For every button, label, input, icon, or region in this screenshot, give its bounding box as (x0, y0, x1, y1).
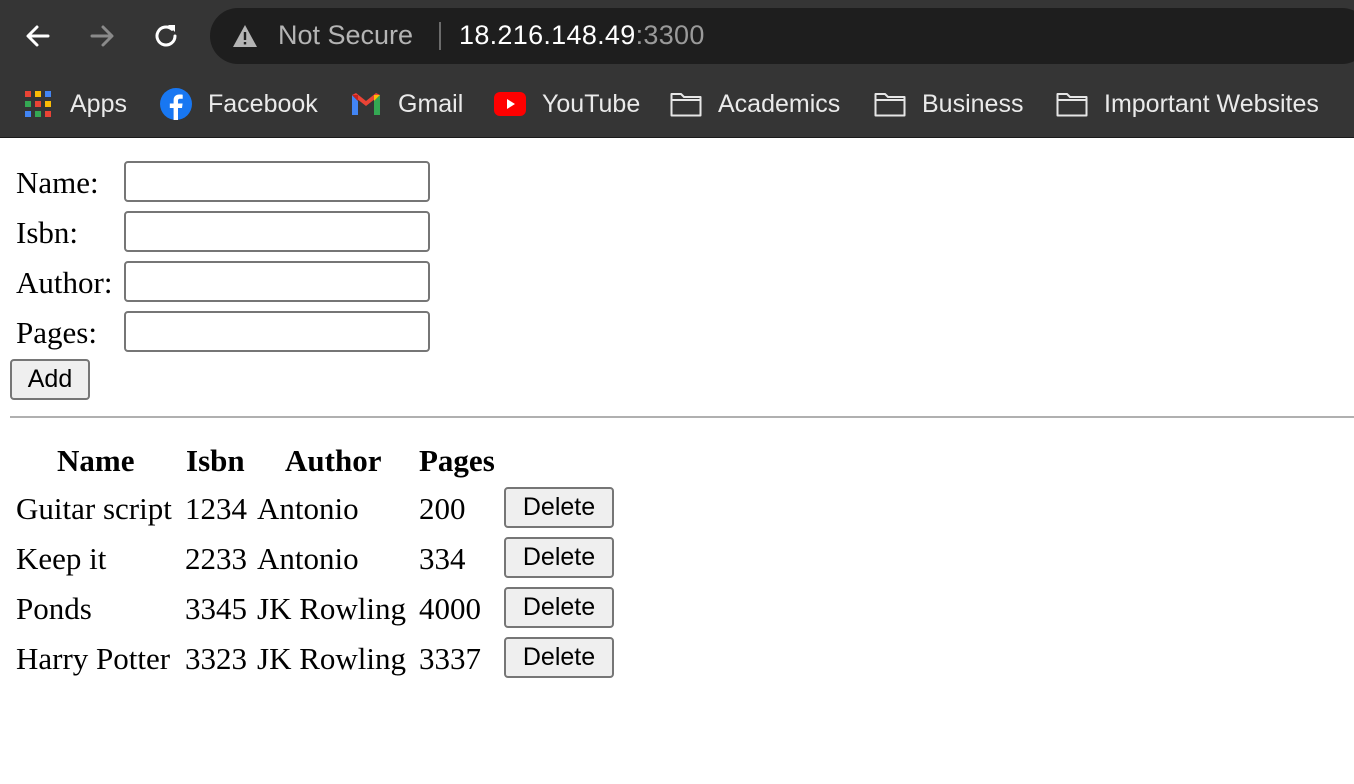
browser-toolbar: Not Secure 18.216.148.49:3300 (0, 0, 1354, 72)
url-text[interactable]: 18.216.148.49:3300 (459, 20, 705, 51)
bookmark-label: Apps (70, 89, 127, 118)
bookmark-important-websites[interactable]: Important Websites (1056, 84, 1319, 124)
folder-icon (670, 88, 702, 120)
cell-isbn: 1234 (185, 491, 247, 526)
column-header-pages: Pages (419, 443, 495, 478)
cell-isbn: 2233 (185, 541, 247, 576)
bookmark-business[interactable]: Business (874, 84, 1023, 124)
delete-button[interactable]: Delete (504, 637, 614, 678)
arrow-left-icon (26, 25, 50, 47)
add-button[interactable]: Add (10, 359, 90, 400)
delete-button[interactable]: Delete (504, 587, 614, 628)
cell-pages: 200 (419, 491, 466, 526)
reload-icon (155, 25, 177, 47)
bookmark-apps[interactable]: Apps (22, 84, 127, 124)
bookmark-label: Facebook (208, 89, 318, 118)
cell-name: Keep it (16, 541, 107, 576)
horizontal-rule (10, 416, 1354, 418)
column-header-isbn: Isbn (186, 443, 245, 478)
url-host: 18.216.148.49 (459, 20, 636, 50)
apps-grid-icon (22, 88, 54, 120)
cell-pages: 4000 (419, 591, 481, 626)
delete-button[interactable]: Delete (504, 537, 614, 578)
isbn-label: Isbn: (16, 215, 78, 250)
cell-isbn: 3345 (185, 591, 247, 626)
arrow-right-icon (90, 25, 114, 47)
bookmark-label: Academics (718, 89, 841, 118)
bookmark-youtube[interactable]: YouTube (494, 84, 640, 124)
bookmark-label: Business (922, 89, 1024, 118)
address-separator (439, 22, 441, 50)
facebook-icon (160, 88, 192, 120)
cell-author: Antonio (257, 541, 359, 576)
bookmark-facebook[interactable]: Facebook (160, 84, 318, 124)
cell-author: JK Rowling (257, 591, 406, 626)
bookmark-label: Gmail (398, 89, 464, 118)
pages-input[interactable] (124, 311, 430, 352)
bookmark-label: YouTube (542, 89, 641, 118)
youtube-icon (494, 88, 526, 120)
bookmark-academics[interactable]: Academics (670, 84, 840, 124)
warning-triangle-icon (233, 25, 257, 47)
back-button[interactable] (18, 16, 58, 56)
forward-button[interactable] (82, 16, 122, 56)
page-content: Name: Isbn: Author: Pages: Add Name Isbn… (0, 139, 1354, 784)
cell-name: Harry Potter (16, 641, 171, 676)
name-label: Name: (16, 165, 99, 200)
security-status-label[interactable]: Not Secure (278, 20, 413, 51)
cell-pages: 3337 (419, 641, 481, 676)
author-input[interactable] (124, 261, 430, 302)
cell-name: Ponds (16, 591, 92, 626)
column-header-name: Name (57, 443, 135, 478)
bookmark-label: Important Websites (1104, 89, 1319, 118)
cell-name: Guitar script (16, 491, 172, 526)
folder-icon (1056, 88, 1088, 120)
name-input[interactable] (124, 161, 430, 202)
gmail-icon (350, 88, 382, 120)
url-port: :3300 (635, 20, 705, 50)
reload-button[interactable] (146, 16, 186, 56)
bookmark-gmail[interactable]: Gmail (350, 84, 463, 124)
cell-author: JK Rowling (257, 641, 406, 676)
folder-icon (874, 88, 906, 120)
delete-button[interactable]: Delete (504, 487, 614, 528)
cell-pages: 334 (419, 541, 466, 576)
isbn-input[interactable] (124, 211, 430, 252)
address-bar[interactable]: Not Secure 18.216.148.49:3300 (210, 8, 1354, 64)
bookmarks-bar: Apps Facebook Gmail YouTube Academics Bu… (0, 72, 1354, 138)
cell-isbn: 3323 (185, 641, 247, 676)
cell-author: Antonio (257, 491, 359, 526)
author-label: Author: (16, 265, 113, 300)
column-header-author: Author (285, 443, 382, 478)
pages-label: Pages: (16, 315, 97, 350)
